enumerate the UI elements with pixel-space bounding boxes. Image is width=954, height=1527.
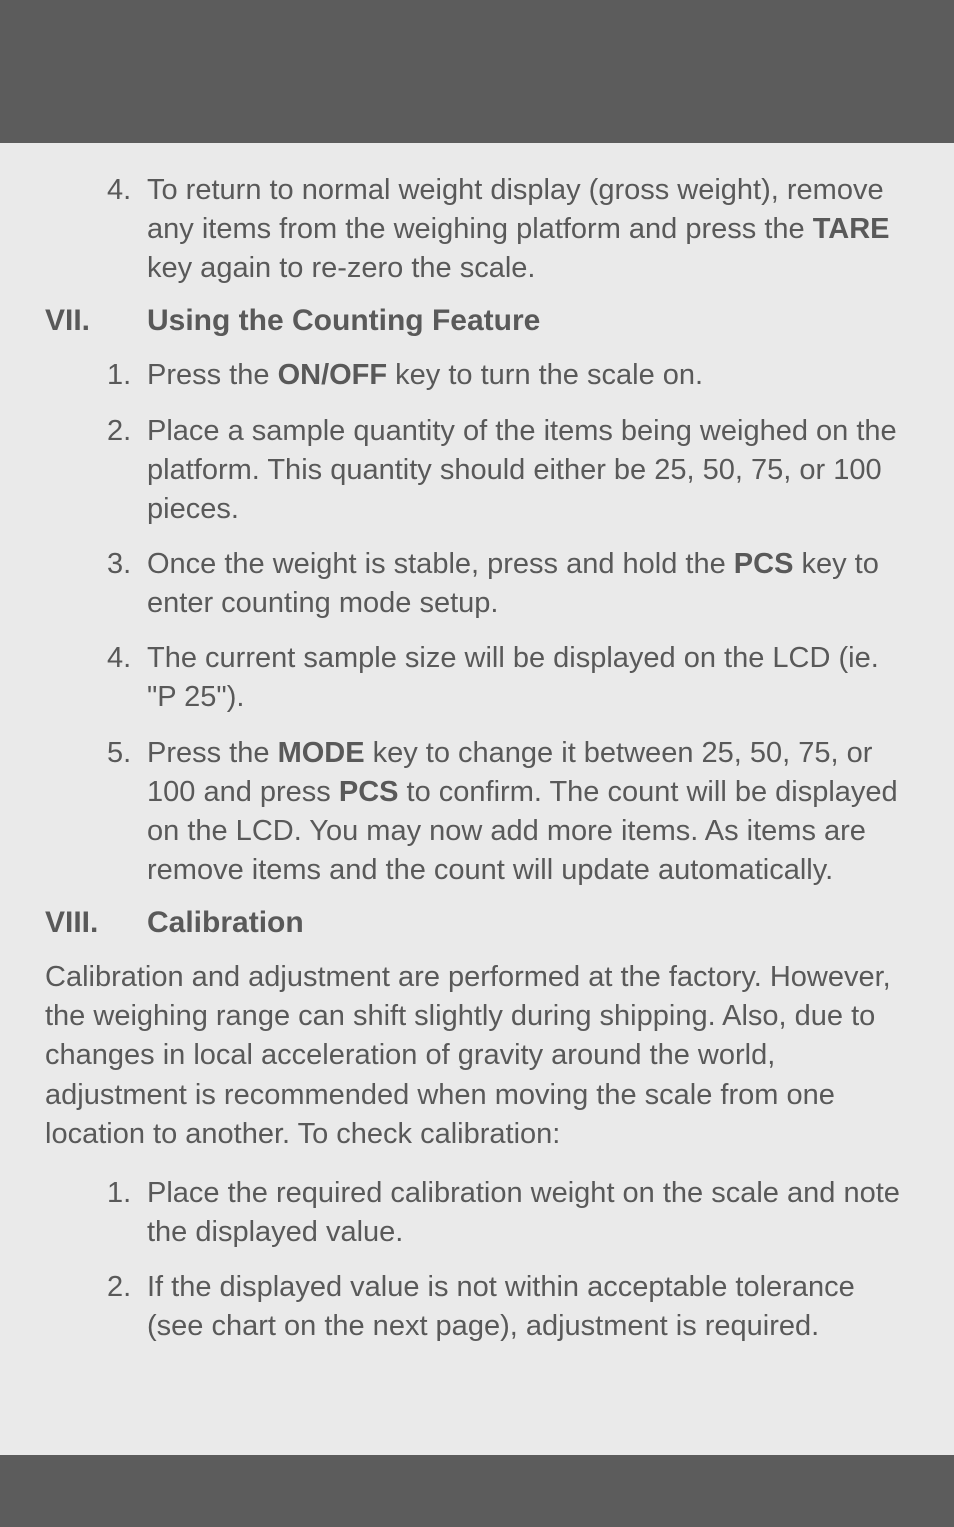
list-number: 2. bbox=[107, 1268, 147, 1346]
section-heading: VIII. Calibration bbox=[45, 906, 909, 940]
list-text: Place a sample quantity of the items bei… bbox=[147, 412, 909, 529]
key-label: MODE bbox=[278, 737, 365, 769]
list-item: 1. Place the required calibration weight… bbox=[45, 1174, 909, 1252]
list-item: 5. Press the MODE key to change it betwe… bbox=[45, 734, 909, 891]
list-text: Press the ON/OFF key to turn the scale o… bbox=[147, 356, 909, 395]
list-text: If the displayed value is not within acc… bbox=[147, 1268, 909, 1346]
list-number: 5. bbox=[107, 734, 147, 891]
list-item: 4. The current sample size will be displ… bbox=[45, 639, 909, 717]
list-number: 1. bbox=[107, 1174, 147, 1252]
text-segment: Press the bbox=[147, 737, 278, 769]
list-text: Press the MODE key to change it between … bbox=[147, 734, 909, 891]
list-item: 4. To return to normal weight display (g… bbox=[45, 171, 909, 288]
list-item: 1. Press the ON/OFF key to turn the scal… bbox=[45, 356, 909, 395]
text-segment: key to turn the scale on. bbox=[387, 359, 703, 391]
list-number: 3. bbox=[107, 545, 147, 623]
text-segment: To return to normal weight display (gros… bbox=[147, 174, 884, 245]
text-segment: key again to re-zero the scale. bbox=[147, 252, 535, 284]
list-number: 1. bbox=[107, 356, 147, 395]
key-label: TARE bbox=[813, 213, 890, 245]
roman-numeral: VIII. bbox=[45, 906, 147, 940]
section-heading: VII. Using the Counting Feature bbox=[45, 304, 909, 338]
list-item: 2. If the displayed value is not within … bbox=[45, 1268, 909, 1346]
paragraph-text: Calibration and adjustment are performed… bbox=[45, 958, 909, 1154]
key-label: PCS bbox=[734, 548, 794, 580]
list-number: 2. bbox=[107, 412, 147, 529]
list-item: 3. Once the weight is stable, press and … bbox=[45, 545, 909, 623]
key-label: ON/OFF bbox=[278, 359, 388, 391]
list-text: Place the required calibration weight on… bbox=[147, 1174, 909, 1252]
list-number: 4. bbox=[107, 171, 147, 288]
document-content: 4. To return to normal weight display (g… bbox=[0, 143, 954, 1346]
list-item: 2. Place a sample quantity of the items … bbox=[45, 412, 909, 529]
footer-bar bbox=[0, 1455, 954, 1527]
list-text: The current sample size will be displaye… bbox=[147, 639, 909, 717]
list-number: 4. bbox=[107, 639, 147, 717]
heading-title: Calibration bbox=[147, 906, 304, 940]
text-segment: Press the bbox=[147, 359, 278, 391]
roman-numeral: VII. bbox=[45, 304, 147, 338]
key-label: PCS bbox=[339, 776, 399, 808]
list-text: To return to normal weight display (gros… bbox=[147, 171, 909, 288]
list-text: Once the weight is stable, press and hol… bbox=[147, 545, 909, 623]
text-segment: Once the weight is stable, press and hol… bbox=[147, 548, 734, 580]
header-bar bbox=[0, 0, 954, 143]
heading-title: Using the Counting Feature bbox=[147, 304, 540, 338]
